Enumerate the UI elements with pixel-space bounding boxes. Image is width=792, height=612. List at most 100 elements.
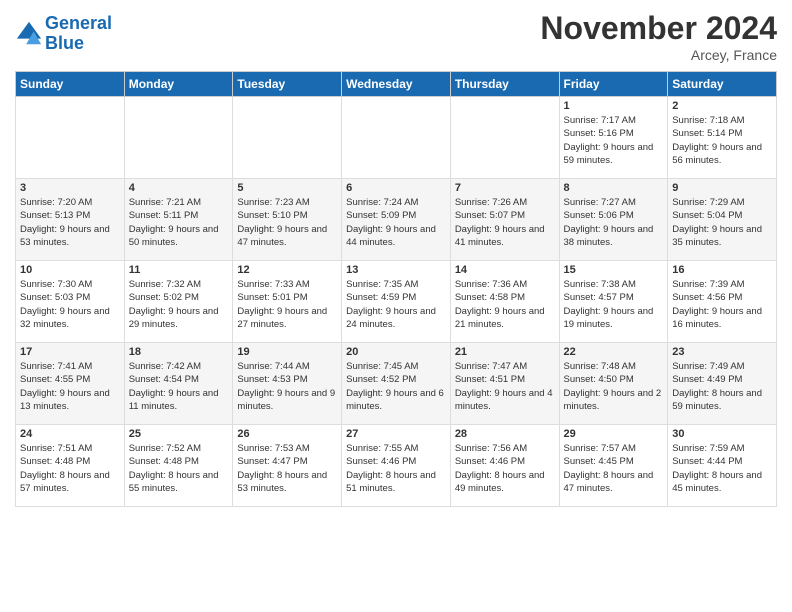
weekday-header: Thursday xyxy=(450,72,559,97)
day-number: 25 xyxy=(129,428,229,440)
day-info: Sunrise: 7:27 AMSunset: 5:06 PMDaylight:… xyxy=(564,196,664,249)
logo-blue: Blue xyxy=(45,33,84,53)
day-info: Sunrise: 7:47 AMSunset: 4:51 PMDaylight:… xyxy=(455,360,555,413)
day-info: Sunrise: 7:32 AMSunset: 5:02 PMDaylight:… xyxy=(129,278,229,331)
calendar-cell: 11Sunrise: 7:32 AMSunset: 5:02 PMDayligh… xyxy=(124,261,233,343)
calendar-cell: 26Sunrise: 7:53 AMSunset: 4:47 PMDayligh… xyxy=(233,425,342,507)
weekday-header: Sunday xyxy=(16,72,125,97)
day-number: 1 xyxy=(564,100,664,112)
calendar-cell: 25 Sunrise: 7:52 AMSunset: 4:48 PMDayligh… xyxy=(124,425,233,507)
logo-general: General xyxy=(45,13,112,33)
calendar-cell: 28 Sunrise: 7:56 AMSunset: 4:46 PMDayligh… xyxy=(450,425,559,507)
day-number: 14 xyxy=(455,264,555,276)
weekday-header: Friday xyxy=(559,72,668,97)
day-info: Sunrise: 7:33 AMSunset: 5:01 PMDaylight:… xyxy=(237,278,337,331)
day-info: Sunrise: 7:48 AMSunset: 4:50 PMDaylight:… xyxy=(564,360,664,413)
calendar-table: SundayMondayTuesdayWednesdayThursdayFrid… xyxy=(15,71,777,507)
day-info: Sunrise: 7:20 AMSunset: 5:13 PMDaylight:… xyxy=(20,196,120,249)
calendar-cell: 5Sunrise: 7:23 AMSunset: 5:10 PMDaylight… xyxy=(233,179,342,261)
calendar-cell xyxy=(124,97,233,179)
day-number: 29 xyxy=(564,428,664,440)
location: Arcey, France xyxy=(540,47,777,63)
calendar-cell: 14 Sunrise: 7:36 AMSunset: 4:58 PMDayligh… xyxy=(450,261,559,343)
header: General Blue November 2024 Arcey, France xyxy=(15,10,777,63)
day-info: Sunrise: 7:35 AMSunset: 4:59 PMDaylight:… xyxy=(346,278,446,331)
calendar-cell: 7Sunrise: 7:26 AMSunset: 5:07 PMDaylight… xyxy=(450,179,559,261)
calendar-cell: 3 Sunrise: 7:20 AMSunset: 5:13 PMDaylight… xyxy=(16,179,125,261)
calendar-cell: 24 Sunrise: 7:51 AMSunset: 4:48 PMDayligh… xyxy=(16,425,125,507)
day-number: 19 xyxy=(237,346,337,358)
calendar-cell xyxy=(342,97,451,179)
calendar-cell: 27 Sunrise: 7:55 AMSunset: 4:46 PMDayligh… xyxy=(342,425,451,507)
day-number: 6 xyxy=(346,182,446,194)
day-number: 4 xyxy=(129,182,229,194)
day-number: 21 xyxy=(455,346,555,358)
calendar-cell xyxy=(450,97,559,179)
day-info: Sunrise: 7:44 AMSunset: 4:53 PMDaylight:… xyxy=(237,360,337,413)
day-number: 22 xyxy=(564,346,664,358)
day-number: 20 xyxy=(346,346,446,358)
day-number: 24 xyxy=(20,428,120,440)
day-info: Sunrise: 7:57 AMSunset: 4:45 PMDaylight:… xyxy=(564,442,664,495)
day-number: 23 xyxy=(672,346,772,358)
day-number: 17 xyxy=(20,346,120,358)
calendar-week-row: 17 Sunrise: 7:41 AMSunset: 4:55 PMDayligh… xyxy=(16,343,777,425)
calendar-cell: 23 Sunrise: 7:49 AMSunset: 4:49 PMDayligh… xyxy=(668,343,777,425)
calendar-header-row: SundayMondayTuesdayWednesdayThursdayFrid… xyxy=(16,72,777,97)
day-info: Sunrise: 7:51 AMSunset: 4:48 PMDaylight:… xyxy=(20,442,120,495)
day-info: Sunrise: 7:39 AMSunset: 4:56 PMDaylight:… xyxy=(672,278,772,331)
weekday-header: Tuesday xyxy=(233,72,342,97)
day-number: 16 xyxy=(672,264,772,276)
calendar-week-row: 3 Sunrise: 7:20 AMSunset: 5:13 PMDaylight… xyxy=(16,179,777,261)
day-number: 9 xyxy=(672,182,772,194)
day-info: Sunrise: 7:55 AMSunset: 4:46 PMDaylight:… xyxy=(346,442,446,495)
title-block: November 2024 Arcey, France xyxy=(540,10,777,63)
day-info: Sunrise: 7:41 AMSunset: 4:55 PMDaylight:… xyxy=(20,360,120,413)
logo: General Blue xyxy=(15,14,112,54)
calendar-cell: 22 Sunrise: 7:48 AMSunset: 4:50 PMDayligh… xyxy=(559,343,668,425)
calendar-cell: 6 Sunrise: 7:24 AMSunset: 5:09 PMDaylight… xyxy=(342,179,451,261)
day-info: Sunrise: 7:26 AMSunset: 5:07 PMDaylight:… xyxy=(455,196,555,249)
day-number: 2 xyxy=(672,100,772,112)
page-container: General Blue November 2024 Arcey, France… xyxy=(0,0,792,517)
day-info: Sunrise: 7:56 AMSunset: 4:46 PMDaylight:… xyxy=(455,442,555,495)
day-number: 10 xyxy=(20,264,120,276)
day-info: Sunrise: 7:36 AMSunset: 4:58 PMDaylight:… xyxy=(455,278,555,331)
calendar-cell: 10 Sunrise: 7:30 AMSunset: 5:03 PMDayligh… xyxy=(16,261,125,343)
day-number: 12 xyxy=(237,264,337,276)
day-info: Sunrise: 7:38 AMSunset: 4:57 PMDaylight:… xyxy=(564,278,664,331)
calendar-cell xyxy=(16,97,125,179)
weekday-header: Saturday xyxy=(668,72,777,97)
calendar-cell: 19 Sunrise: 7:44 AMSunset: 4:53 PMDayligh… xyxy=(233,343,342,425)
day-number: 5 xyxy=(237,182,337,194)
day-number: 30 xyxy=(672,428,772,440)
day-info: Sunrise: 7:59 AMSunset: 4:44 PMDaylight:… xyxy=(672,442,772,495)
day-info: Sunrise: 7:49 AMSunset: 4:49 PMDaylight:… xyxy=(672,360,772,413)
weekday-header: Wednesday xyxy=(342,72,451,97)
day-info: Sunrise: 7:29 AMSunset: 5:04 PMDaylight:… xyxy=(672,196,772,249)
calendar-cell: 17 Sunrise: 7:41 AMSunset: 4:55 PMDayligh… xyxy=(16,343,125,425)
day-info: Sunrise: 7:30 AMSunset: 5:03 PMDaylight:… xyxy=(20,278,120,331)
weekday-header: Monday xyxy=(124,72,233,97)
calendar-cell xyxy=(233,97,342,179)
day-number: 8 xyxy=(564,182,664,194)
logo-text: General Blue xyxy=(45,14,112,54)
calendar-cell: 21 Sunrise: 7:47 AMSunset: 4:51 PMDayligh… xyxy=(450,343,559,425)
calendar-cell: 1 Sunrise: 7:17 AMSunset: 5:16 PMDaylight… xyxy=(559,97,668,179)
day-number: 15 xyxy=(564,264,664,276)
day-info: Sunrise: 7:24 AMSunset: 5:09 PMDaylight:… xyxy=(346,196,446,249)
day-number: 27 xyxy=(346,428,446,440)
calendar-week-row: 24 Sunrise: 7:51 AMSunset: 4:48 PMDayligh… xyxy=(16,425,777,507)
calendar-cell: 2Sunrise: 7:18 AMSunset: 5:14 PMDaylight… xyxy=(668,97,777,179)
day-number: 28 xyxy=(455,428,555,440)
day-info: Sunrise: 7:17 AMSunset: 5:16 PMDaylight:… xyxy=(564,114,664,167)
day-number: 13 xyxy=(346,264,446,276)
calendar-cell: 15 Sunrise: 7:38 AMSunset: 4:57 PMDayligh… xyxy=(559,261,668,343)
calendar-cell: 8 Sunrise: 7:27 AMSunset: 5:06 PMDaylight… xyxy=(559,179,668,261)
day-info: Sunrise: 7:52 AMSunset: 4:48 PMDaylight:… xyxy=(129,442,229,495)
calendar-cell: 20Sunrise: 7:45 AMSunset: 4:52 PMDayligh… xyxy=(342,343,451,425)
month-title: November 2024 xyxy=(540,10,777,47)
calendar-cell: 29 Sunrise: 7:57 AMSunset: 4:45 PMDayligh… xyxy=(559,425,668,507)
calendar-cell: 13 Sunrise: 7:35 AMSunset: 4:59 PMDayligh… xyxy=(342,261,451,343)
day-number: 3 xyxy=(20,182,120,194)
